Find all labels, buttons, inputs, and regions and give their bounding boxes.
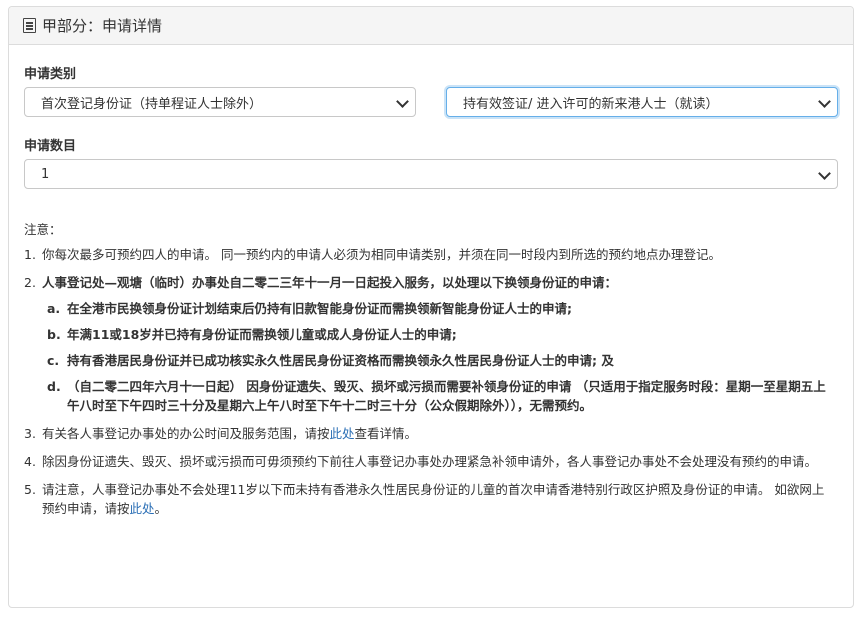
- chevron-down-icon: [396, 95, 409, 108]
- category-select-secondary[interactable]: 持有效签证/ 进入许可的新来港人士（就读）: [446, 87, 838, 117]
- note-sub-a: a. 在全港市民换领身份证计划结束后仍持有旧款智能身份证而需换领新智能身份证人士…: [47, 301, 573, 316]
- note-sub-b: b. 年满11或18岁并已持有身份证而需换领儿童或成人身份证人士的申请;: [47, 327, 457, 342]
- note-item-1-text: 你每次最多可预约四人的申请。 同一预约内的申请人必须为相同申请类别，并须在同一时…: [42, 247, 721, 262]
- note-item-2: 2. 人事登记处—观塘（临时）办事处自二零二三年十一月一日起投入服务，以处理以下…: [24, 273, 834, 415]
- note-item-5: 5. 请注意，人事登记办事处不会处理11岁以下而未持有香港永久性居民身份证的儿童…: [24, 482, 825, 516]
- note-item-2-text: 人事登记处—观塘（临时）办事处自二零二三年十一月一日起投入服务，以处理以下换领身…: [42, 275, 618, 290]
- category-select-primary[interactable]: 首次登记身份证（持单程证人士除外）: [24, 87, 416, 117]
- panel-title: 甲部分：申请详情: [42, 17, 163, 35]
- category-select-secondary-value: 持有效签证/ 进入许可的新来港人士（就读）: [463, 96, 719, 112]
- application-count-value: 1: [41, 166, 50, 182]
- chevron-down-icon: [818, 95, 831, 108]
- category-label: 申请类别: [24, 67, 77, 82]
- notes-heading: 注意：: [24, 222, 62, 237]
- notes-section: 注意： 1. 你每次最多可预约四人的申请。 同一预约内的申请人必须为相同申请类别…: [24, 220, 834, 527]
- application-count-select[interactable]: 1: [24, 159, 838, 189]
- office-hours-link[interactable]: 此处: [330, 426, 355, 441]
- note-item-1: 1. 你每次最多可预约四人的申请。 同一预约内的申请人必须为相同申请类别，并须在…: [24, 245, 834, 264]
- online-booking-link[interactable]: 此处: [130, 501, 155, 516]
- note-item-4: 4. 除因身份证遗失、毁灭、损坏或污损而可毋须预约下前往人事登记办事处办理紧急补…: [24, 452, 834, 471]
- note-sub-c: c. 持有香港居民身份证并已成功核实永久性居民身份证资格而需换领永久性居民身份证…: [47, 353, 614, 368]
- panel-heading: 甲部分：申请详情: [9, 7, 853, 45]
- note-sub-d: d. （自二零二四年六月十一日起） 因身份证遗失、毁灭、损坏或污损而需要补领身份…: [47, 379, 826, 413]
- note-item-3: 3. 有关各人事登记办事处的办公时间及服务范围，请按此处查看详情。: [24, 426, 418, 441]
- note-item-4-text: 除因身份证遗失、毁灭、损坏或污损而可毋须预约下前往人事登记办事处办理紧急补领申请…: [42, 454, 818, 469]
- chevron-down-icon: [818, 167, 831, 180]
- category-select-primary-value: 首次登记身份证（持单程证人士除外）: [41, 96, 263, 112]
- count-label: 申请数目: [24, 139, 77, 154]
- document-list-icon: [23, 18, 36, 33]
